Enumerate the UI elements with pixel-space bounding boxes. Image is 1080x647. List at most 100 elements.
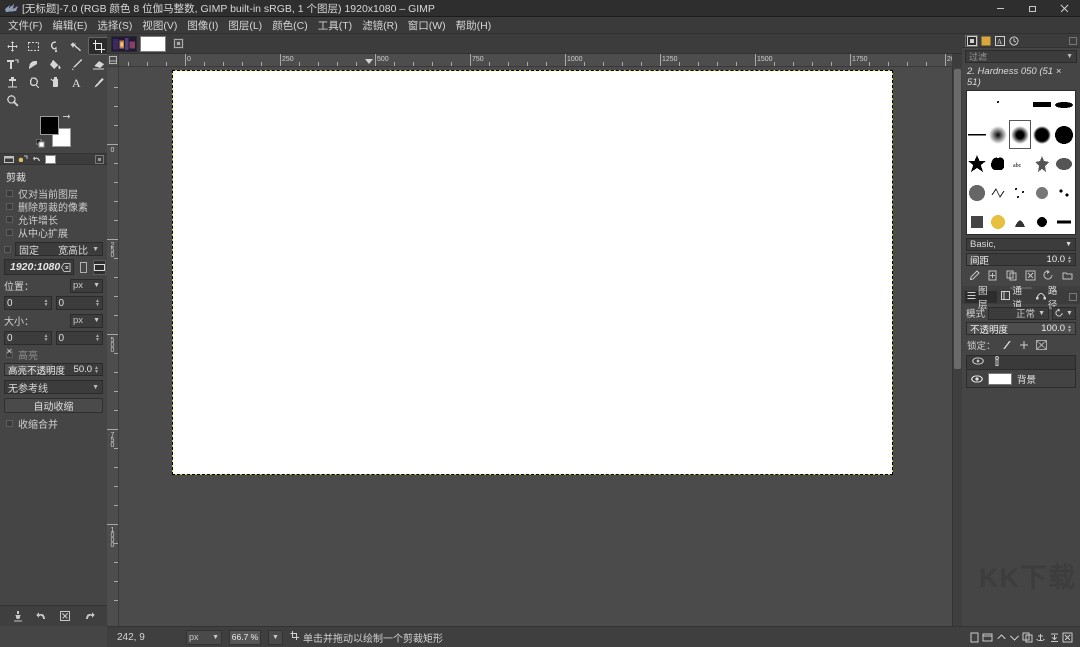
brush-cell[interactable] <box>967 178 987 207</box>
channels-tab[interactable]: 通道 <box>999 291 1031 303</box>
stepper-icon[interactable]: ▲▼ <box>94 366 99 374</box>
image-thumb-photo[interactable] <box>111 36 137 52</box>
stepper-icon[interactable]: ▲▼ <box>95 299 100 307</box>
menu-select[interactable]: 选择(S) <box>92 17 137 34</box>
crop-tool-icon[interactable] <box>88 37 109 55</box>
dock-menu-icon[interactable] <box>1069 293 1077 301</box>
ruler-unit-corner[interactable] <box>107 54 119 67</box>
delete-icon[interactable] <box>58 609 72 623</box>
raise-layer-icon[interactable] <box>995 631 1008 644</box>
highlight-checkbox[interactable]: 高亮 <box>4 348 103 361</box>
brush-cell[interactable] <box>1009 178 1031 207</box>
highlight-opacity-slider[interactable]: 高亮不透明度 50.0 ▲▼ <box>4 363 103 376</box>
auto-shrink-button[interactable]: 自动收缩 <box>4 398 103 413</box>
brush-spacing-slider[interactable]: 间距 10.0 ▲▼ <box>966 253 1076 266</box>
duplicate-brush-icon[interactable] <box>1005 269 1018 282</box>
brush-cell[interactable] <box>987 207 1009 235</box>
menu-colors[interactable]: 颜色(C) <box>267 17 313 34</box>
menu-windows[interactable]: 窗口(W) <box>403 17 451 34</box>
brush-cell[interactable] <box>1053 91 1075 120</box>
position-y-input[interactable]: 0 ▲▼ <box>56 296 104 310</box>
zoom-tool-icon[interactable] <box>2 91 23 109</box>
paths-tab[interactable]: 路径 <box>1034 291 1067 303</box>
maximize-button[interactable] <box>1016 0 1048 17</box>
brush-cell[interactable] <box>1031 149 1053 178</box>
size-unit-combo[interactable]: px ▼ <box>70 314 103 328</box>
brush-cell[interactable] <box>987 91 1009 120</box>
rectangle-select-tool-icon[interactable] <box>23 37 44 55</box>
shrink-merged-checkbox[interactable]: 收缩合并 <box>4 417 103 430</box>
tool-preset-icon[interactable] <box>3 154 14 164</box>
brush-cell[interactable] <box>1031 207 1053 235</box>
stepper-icon[interactable]: ▲▼ <box>95 334 100 342</box>
vertical-scrollbar[interactable] <box>952 67 962 637</box>
horizontal-ruler[interactable]: 0 250 500 750 1000 1250 1500 1750 2000 <box>119 54 952 67</box>
duplicate-layer-icon[interactable] <box>1021 631 1034 644</box>
clone-tool-icon[interactable] <box>2 73 23 91</box>
brush-cell[interactable] <box>1031 178 1053 207</box>
brush-cell[interactable] <box>987 149 1009 178</box>
close-button[interactable] <box>1048 0 1080 17</box>
smudge-tool-icon[interactable] <box>23 73 44 91</box>
refresh-brushes-icon[interactable] <box>1042 269 1055 282</box>
statusbar-unit-combo[interactable]: px ▼ <box>186 630 222 645</box>
lock-pixels-icon[interactable] <box>1002 340 1013 351</box>
delete-layer-icon[interactable] <box>1061 631 1074 644</box>
new-group-icon[interactable] <box>981 631 994 644</box>
lower-layer-icon[interactable] <box>1008 631 1021 644</box>
canvas-viewport[interactable] <box>119 67 952 637</box>
tab-menu-icon[interactable] <box>172 37 185 50</box>
blend-space-buttons[interactable]: ▼ <box>1052 307 1076 320</box>
zoom-dropdown-button[interactable]: ▼ <box>268 630 283 645</box>
brush-cell[interactable] <box>967 120 987 149</box>
device-status-icon[interactable] <box>17 154 28 164</box>
clear-icon[interactable] <box>60 262 71 273</box>
size-height-input[interactable]: 0 ▲▼ <box>56 331 104 345</box>
size-width-input[interactable]: 0 ▲▼ <box>4 331 52 345</box>
chevron-down-icon[interactable]: ▼ <box>1066 310 1073 317</box>
position-unit-combo[interactable]: px ▼ <box>70 279 103 293</box>
delete-brush-icon[interactable] <box>1024 269 1037 282</box>
dock-menu-icon[interactable] <box>95 155 104 164</box>
layer-name[interactable]: 背景 <box>1017 372 1036 386</box>
brush-grid-scrollbar[interactable] <box>1075 91 1076 234</box>
zoom-level-input[interactable]: 66.7 % <box>229 630 261 645</box>
ink-tool-icon[interactable] <box>45 73 66 91</box>
anchor-layer-icon[interactable] <box>1034 631 1047 644</box>
menu-view[interactable]: 视图(V) <box>137 17 182 34</box>
stepper-icon[interactable]: ▲▼ <box>1067 325 1072 333</box>
minimize-button[interactable] <box>984 0 1016 17</box>
fuzzy-select-tool-icon[interactable] <box>66 37 87 55</box>
aspect-ratio-input[interactable]: 1920:1080 <box>4 259 74 275</box>
restore-icon[interactable] <box>82 609 96 623</box>
unified-transform-tool-icon[interactable] <box>2 55 23 73</box>
brush-cell[interactable] <box>987 178 1009 207</box>
menu-file[interactable]: 文件(F) <box>3 17 47 34</box>
stepper-icon[interactable]: ▲▼ <box>44 334 49 342</box>
vertical-ruler[interactable]: 0 250 500 750 1000 <box>107 67 119 637</box>
menu-edit[interactable]: 编辑(E) <box>47 17 92 34</box>
brush-cell[interactable] <box>1053 120 1075 149</box>
new-layer-icon[interactable] <box>968 631 981 644</box>
layer-row-background[interactable]: 背景 <box>967 370 1075 387</box>
landscape-orientation-button[interactable] <box>93 260 106 275</box>
brush-cell[interactable] <box>1009 91 1031 120</box>
foreground-color-swatch[interactable] <box>40 116 59 135</box>
brush-cell[interactable] <box>967 149 987 178</box>
brush-cell[interactable] <box>967 207 987 235</box>
position-x-input[interactable]: 0 ▲▼ <box>4 296 52 310</box>
document-history-tab-icon[interactable] <box>1007 35 1020 47</box>
brush-set-combo[interactable]: Basic, ▼ <box>966 238 1076 251</box>
menu-filters[interactable]: 滤镜(R) <box>357 17 403 34</box>
brush-cell-selected[interactable] <box>1009 120 1031 149</box>
lock-position-icon[interactable] <box>1019 340 1030 351</box>
brush-cell[interactable] <box>1009 207 1031 235</box>
stepper-icon[interactable]: ▲▼ <box>44 299 49 307</box>
brush-cell[interactable] <box>1053 207 1075 235</box>
brush-cell[interactable] <box>1053 178 1075 207</box>
menu-tools[interactable]: 工具(T) <box>313 17 357 34</box>
move-tool-icon[interactable] <box>2 37 23 55</box>
swap-colors-icon[interactable] <box>62 113 71 122</box>
layers-tab[interactable]: 图层 <box>965 291 997 303</box>
brushes-tab-icon[interactable] <box>965 35 978 47</box>
